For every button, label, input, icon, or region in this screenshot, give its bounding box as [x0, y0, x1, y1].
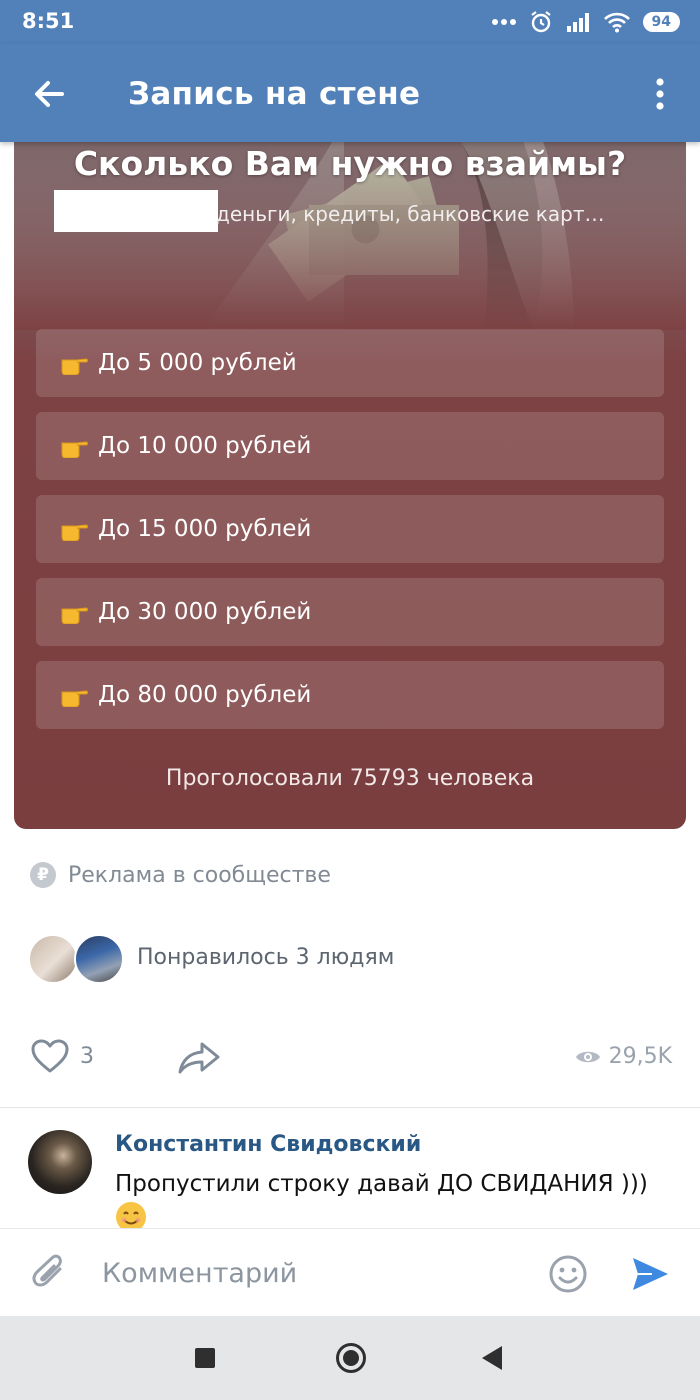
liked-by-text: Понравилось 3 людям [137, 945, 395, 970]
share-arrow-icon [178, 1042, 220, 1074]
pointing-hand-icon [61, 524, 88, 541]
home-icon[interactable] [336, 1343, 366, 1373]
poll-card: Сколько Вам нужно взаймы? деньги, кредит… [14, 120, 686, 829]
more-menu-button[interactable] [640, 72, 680, 116]
poll-option[interactable]: До 80 000 рублей [36, 661, 664, 729]
comment-author[interactable]: Константин Свидовский [115, 1132, 421, 1157]
redaction-block [54, 190, 218, 232]
avatar [28, 934, 78, 984]
back-button[interactable] [26, 70, 74, 118]
page-title: Запись на стене [128, 76, 421, 112]
poll-option-label: До 80 000 рублей [98, 682, 312, 708]
poll-votes-count: Проголосовали 75793 человека [165, 766, 535, 791]
comment-item: Константин Свидовский Пропустили строку … [0, 1124, 700, 1228]
send-button[interactable] [630, 1255, 670, 1297]
more-notifications-icon [491, 19, 516, 25]
alarm-icon [530, 11, 551, 33]
poll-option-label: До 5 000 рублей [98, 350, 297, 376]
app-header: Запись на стене [0, 44, 700, 142]
status-bar: 8:51 94 [0, 0, 700, 44]
poll-option-label: До 30 000 рублей [98, 599, 312, 625]
pointing-hand-icon [61, 690, 88, 707]
ad-label-row: ₽ Реклама в сообществе [30, 862, 331, 888]
liked-by-row[interactable]: Понравилось 3 людям [28, 934, 678, 986]
status-time: 8:51 [22, 9, 75, 33]
wifi-icon [603, 12, 630, 33]
like-count: 3 [80, 1043, 94, 1069]
heart-icon [31, 1039, 69, 1073]
post-actions: 3 29,5K [0, 1030, 700, 1090]
recent-apps-icon[interactable] [195, 1348, 215, 1368]
avatar [74, 934, 124, 984]
avatar[interactable] [28, 1130, 92, 1194]
comment-input[interactable] [102, 1251, 522, 1295]
share-button[interactable] [176, 1040, 222, 1080]
eye-icon [575, 1051, 600, 1062]
status-icons: 94 [491, 10, 680, 34]
poll-option[interactable]: До 30 000 рублей [36, 578, 664, 646]
smile-icon [549, 1255, 587, 1293]
divider [0, 1107, 700, 1108]
poll-question: Сколько Вам нужно взаймы? [73, 144, 627, 183]
views-count: 29,5K [608, 1044, 672, 1069]
arrow-left-icon [35, 81, 64, 107]
poll-option-label: До 15 000 рублей [98, 516, 312, 542]
poll-option[interactable]: До 10 000 рублей [36, 412, 664, 480]
poll-option-label: До 10 000 рублей [98, 433, 312, 459]
poll-option[interactable]: До 15 000 рублей [36, 495, 664, 563]
attach-button[interactable] [30, 1253, 70, 1297]
emoji-button[interactable] [548, 1254, 588, 1298]
pointing-hand-icon [61, 358, 88, 375]
battery-indicator: 94 [642, 12, 680, 32]
pointing-hand-icon [61, 607, 88, 624]
ruble-icon: ₽ [30, 862, 56, 888]
poll-option[interactable]: До 5 000 рублей [36, 329, 664, 397]
paperclip-icon [32, 1254, 62, 1287]
vertical-dots-icon [656, 78, 664, 110]
views-counter: 29,5K [575, 1044, 672, 1069]
ad-label: Реклама в сообществе [68, 862, 331, 888]
back-triangle-icon[interactable] [482, 1346, 502, 1370]
signal-icon [566, 13, 589, 32]
send-icon [633, 1258, 668, 1290]
pointing-hand-icon [61, 441, 88, 458]
smiling-face-emoji-icon [116, 1202, 146, 1228]
system-nav-bar [0, 1316, 700, 1400]
poll-options: До 5 000 рублей До 10 000 рублей До 15 0… [36, 329, 664, 744]
comment-text-content: Пропустили строку давай ДО СВИДАНИЯ ))) [115, 1171, 648, 1197]
like-button[interactable]: 3 [30, 1038, 94, 1074]
comment-composer [0, 1228, 700, 1316]
comment-text: Пропустили строку давай ДО СВИДАНИЯ ))) [115, 1167, 685, 1228]
poll-subtitle: деньги, кредиты, банковские карт… [216, 202, 605, 226]
